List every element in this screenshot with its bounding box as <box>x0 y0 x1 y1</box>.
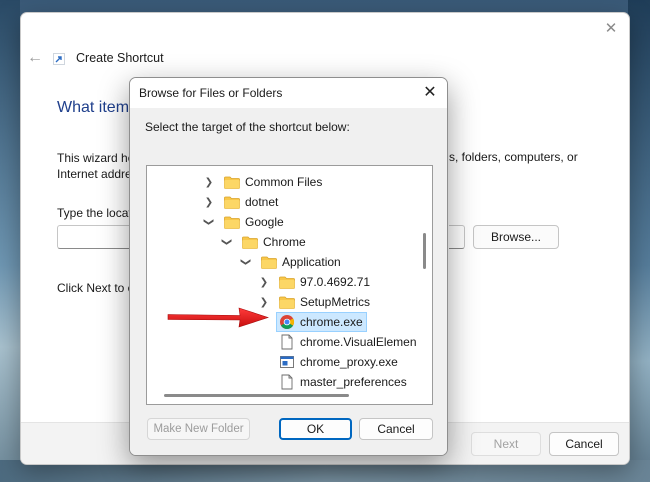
shortcut-icon <box>53 53 65 65</box>
tree-item-chrome-exe[interactable]: chrome.exe <box>276 312 367 332</box>
dialog-close-icon[interactable]: ✕ <box>419 82 441 104</box>
folder-icon <box>242 236 258 249</box>
chrome-icon <box>279 314 295 330</box>
dialog-cancel-button[interactable]: Cancel <box>359 418 433 440</box>
tree-item-label: chrome.exe <box>300 315 363 329</box>
tree-item-setupmetrics[interactable]: ❯ SetupMetrics <box>258 292 374 312</box>
folder-icon <box>224 216 240 229</box>
tree-item-label: 97.0.4692.71 <box>300 275 371 289</box>
tree-item-version-folder[interactable]: ❯ 97.0.4692.71 <box>258 272 374 292</box>
close-icon[interactable]: ✕ <box>601 19 621 39</box>
horizontal-scrollbar-thumb[interactable] <box>164 394 349 397</box>
tree-item-content: 97.0.4692.71 <box>276 273 374 291</box>
red-arrow-annotation <box>167 307 269 328</box>
chevron-right-icon[interactable]: ❯ <box>203 196 215 208</box>
tree-item-label: Google <box>245 215 284 229</box>
tree-item-master-preferences[interactable]: master_preferences <box>276 372 411 392</box>
tree-item-content: Chrome <box>239 233 310 251</box>
desktop-wallpaper-right <box>628 0 650 482</box>
tree-item-label: chrome.VisualElemen <box>300 335 417 349</box>
tree-item-content: chrome.VisualElemen <box>276 332 421 352</box>
dialog-body: Select the target of the shortcut below:… <box>130 108 447 455</box>
tree-item-content: SetupMetrics <box>276 293 374 311</box>
folder-icon <box>224 176 240 189</box>
tree-item-content: master_preferences <box>276 372 411 392</box>
tree-item-application[interactable]: ❯ Application <box>240 252 345 272</box>
dialog-titlebar: Browse for Files or Folders ✕ <box>130 78 447 108</box>
vertical-scrollbar-thumb[interactable] <box>423 233 426 269</box>
next-button[interactable]: Next <box>471 432 541 456</box>
browse-dialog: Browse for Files or Folders ✕ Select the… <box>129 77 448 456</box>
tree-item-common-files[interactable]: ❯ Common Files <box>203 172 326 192</box>
tree-item-dotnet[interactable]: ❯ dotnet <box>203 192 282 212</box>
ok-button[interactable]: OK <box>279 418 352 440</box>
tree-item-label: chrome_proxy.exe <box>300 355 398 369</box>
tree-item-label: dotnet <box>245 195 279 209</box>
tree-item-content: dotnet <box>221 193 282 211</box>
wizard-description-continued: s, folders, computers, or <box>449 150 578 164</box>
tree-item-label: master_preferences <box>300 375 407 389</box>
page-heading: What item <box>57 99 130 116</box>
chevron-down-icon[interactable]: ❯ <box>240 256 252 268</box>
tree-item-label: Application <box>282 255 341 269</box>
back-arrow-icon[interactable]: ← <box>27 49 43 67</box>
chevron-right-icon[interactable]: ❯ <box>258 276 270 288</box>
chevron-down-icon[interactable]: ❯ <box>221 236 233 248</box>
window-title: Create Shortcut <box>76 51 164 65</box>
browse-button[interactable]: Browse... <box>473 225 559 249</box>
make-new-folder-button[interactable]: Make New Folder <box>147 418 250 440</box>
tree-item-content: chrome.exe <box>276 312 367 332</box>
file-icon <box>279 374 295 390</box>
dialog-title: Browse for Files or Folders <box>139 86 283 100</box>
folder-icon <box>261 256 277 269</box>
folder-icon <box>279 276 295 289</box>
chevron-down-icon[interactable]: ❯ <box>203 216 215 228</box>
folder-tree[interactable]: ❯ Common Files ❯ dotnet ❯ Google ❯ Chrom… <box>146 165 433 405</box>
tree-item-chrome[interactable]: ❯ Chrome <box>221 232 310 252</box>
click-next-text: Click Next to c <box>57 281 134 295</box>
file-icon <box>279 334 295 350</box>
tree-item-chrome-visualelements[interactable]: chrome.VisualElemen <box>276 332 421 352</box>
tree-item-google[interactable]: ❯ Google <box>203 212 288 232</box>
application-exe-icon <box>279 354 295 370</box>
tree-item-content: Application <box>258 253 345 271</box>
tree-item-content: Common Files <box>221 173 326 191</box>
tree-item-label: Common Files <box>245 175 323 189</box>
folder-icon <box>224 196 240 209</box>
chevron-right-icon[interactable]: ❯ <box>203 176 215 188</box>
folder-icon <box>279 296 295 309</box>
dialog-prompt: Select the target of the shortcut below: <box>145 120 350 134</box>
tree-item-chrome-proxy-exe[interactable]: chrome_proxy.exe <box>276 352 402 372</box>
tree-item-content: chrome_proxy.exe <box>276 352 402 372</box>
desktop-wallpaper-left <box>0 0 20 482</box>
location-label: Type the locat <box>57 206 132 220</box>
location-input-end[interactable] <box>449 225 465 249</box>
tree-item-label: Chrome <box>263 235 306 249</box>
tree-item-label: SetupMetrics <box>300 295 371 309</box>
tree-item-content: Google <box>221 213 288 231</box>
cancel-button[interactable]: Cancel <box>549 432 619 456</box>
location-input[interactable] <box>57 225 137 249</box>
